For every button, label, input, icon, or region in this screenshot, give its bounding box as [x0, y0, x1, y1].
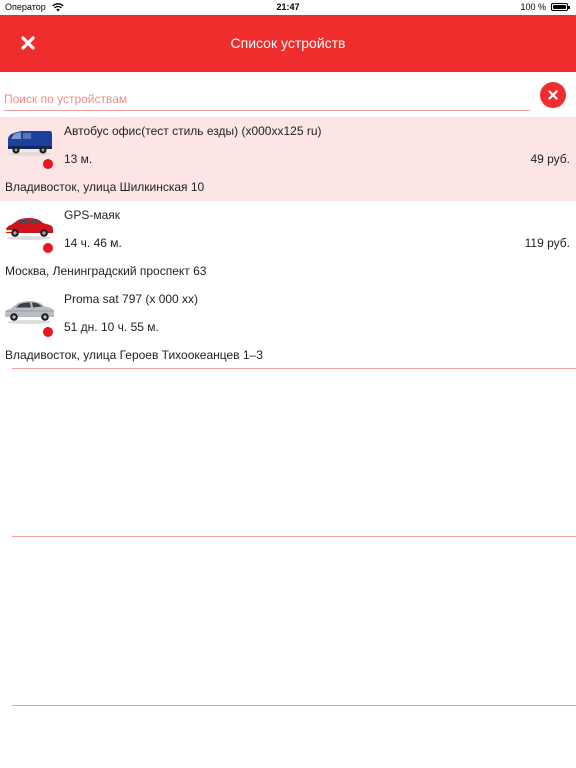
device-price: 49 руб.	[530, 152, 570, 166]
status-dot	[43, 327, 53, 337]
battery-percent: 100 %	[520, 2, 546, 12]
van-icon	[7, 131, 52, 156]
device-name: Proma sat 797 (х 000 хх)	[64, 292, 199, 306]
list-item[interactable]: Proma sat 797 (х 000 хх) 51 дн. 10 ч. 55…	[0, 285, 576, 369]
device-time: 14 ч. 46 м.	[64, 236, 122, 250]
screen: Оператор 21:47 100 % Список устройств По…	[0, 0, 576, 768]
device-time: 13 м.	[64, 152, 93, 166]
nav-bar: Список устройств	[0, 15, 576, 72]
search-input[interactable]	[4, 88, 530, 111]
device-address: Владивосток, улица Шилкинская 10	[5, 180, 205, 194]
device-name: GPS-маяк	[64, 208, 121, 222]
search-bar	[0, 72, 576, 117]
clock: 21:47	[276, 2, 300, 12]
row-separator	[12, 368, 576, 369]
status-dot	[43, 243, 53, 253]
device-list: Автобус офис(тест стиль езды) (х000хх125…	[0, 117, 576, 369]
device-address: Владивосток, улица Героев Тихоокеанцев 1…	[5, 348, 263, 362]
page-title: Список устройств	[230, 35, 346, 51]
device-name: Автобус офис(тест стиль езды) (х000хх125…	[64, 124, 322, 138]
device-price: 119 руб.	[524, 236, 570, 250]
close-icon	[548, 90, 558, 100]
list-item[interactable]: Автобус офис(тест стиль езды) (х000хх125…	[0, 117, 576, 201]
status-bar: Оператор 21:47 100 %	[0, 0, 576, 15]
device-address: Москва, Ленинградский проспект 63	[5, 264, 207, 278]
status-dot	[43, 159, 53, 169]
red-car-icon	[6, 218, 53, 240]
silver-car-icon	[5, 301, 54, 324]
battery-icon	[551, 3, 570, 11]
row-separator	[12, 705, 576, 706]
list-item[interactable]: GPS-маяк 14 ч. 46 м. 119 руб. Москва, Ле…	[0, 201, 576, 285]
device-time: 51 дн. 10 ч. 55 м.	[64, 320, 159, 334]
row-separator	[12, 536, 576, 537]
clear-search-button[interactable]	[540, 82, 566, 108]
